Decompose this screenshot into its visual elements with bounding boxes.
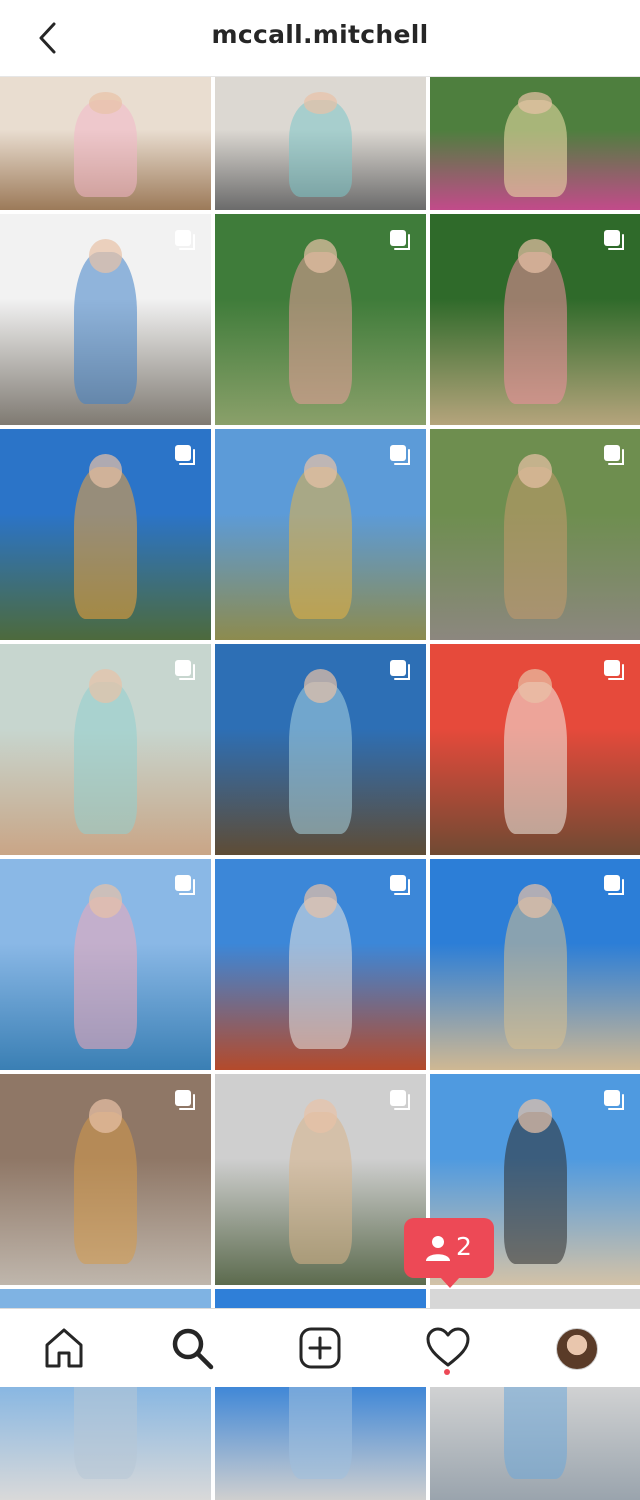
nav-home[interactable] xyxy=(41,1325,87,1371)
post-thumbnail[interactable] xyxy=(215,429,426,640)
post-subject-head xyxy=(88,1099,123,1134)
post-subject-head xyxy=(88,454,123,489)
carousel-icon xyxy=(175,230,195,250)
post-subject-head xyxy=(518,669,552,704)
carousel-icon xyxy=(175,445,195,465)
post-subject-head xyxy=(303,669,338,704)
post-subject-head xyxy=(303,454,338,489)
notification-count: 2 xyxy=(456,1232,472,1261)
post-subject xyxy=(288,466,353,619)
post-subject xyxy=(288,1111,353,1264)
post-thumbnail[interactable] xyxy=(0,859,211,1070)
carousel-icon xyxy=(604,875,624,895)
post-thumbnail[interactable] xyxy=(0,644,211,855)
nav-activity[interactable] xyxy=(425,1325,471,1371)
post-thumbnail[interactable] xyxy=(215,76,426,210)
post-grid xyxy=(0,76,640,1500)
nav-search[interactable] xyxy=(169,1325,215,1371)
carousel-icon xyxy=(390,445,410,465)
post-subject-head xyxy=(88,884,123,919)
carousel-icon xyxy=(604,445,624,465)
carousel-icon xyxy=(390,1090,410,1110)
post-subject xyxy=(288,896,353,1049)
carousel-icon xyxy=(604,230,624,250)
new-post-icon xyxy=(299,1327,341,1369)
nav-new-post[interactable] xyxy=(297,1325,343,1371)
post-subject-head xyxy=(303,92,338,114)
carousel-icon xyxy=(390,660,410,680)
post-subject-head xyxy=(518,884,552,919)
post-subject-head xyxy=(518,239,552,274)
post-thumbnail[interactable] xyxy=(0,429,211,640)
post-thumbnail[interactable] xyxy=(0,214,211,425)
carousel-icon xyxy=(175,875,195,895)
post-thumbnail[interactable] xyxy=(0,1074,211,1285)
post-thumbnail[interactable] xyxy=(215,1074,426,1285)
post-subject xyxy=(73,896,138,1049)
post-subject xyxy=(288,251,353,404)
post-subject-head xyxy=(518,454,552,489)
search-icon xyxy=(172,1328,214,1370)
person-icon xyxy=(426,1236,450,1261)
post-subject xyxy=(73,251,138,404)
post-thumbnail[interactable] xyxy=(0,76,211,210)
follow-notification-bubble[interactable]: 2 xyxy=(404,1218,494,1288)
nav-profile-avatar[interactable] xyxy=(556,1328,598,1370)
post-thumbnail[interactable] xyxy=(215,214,426,425)
post-subject-head xyxy=(88,239,123,274)
post-thumbnail[interactable] xyxy=(215,644,426,855)
post-subject xyxy=(288,681,353,834)
post-thumbnail[interactable] xyxy=(430,859,640,1070)
post-subject-head xyxy=(88,92,123,114)
post-subject-head xyxy=(518,1099,552,1134)
post-subject xyxy=(503,681,567,834)
post-subject-head xyxy=(88,669,123,704)
top-header: mccall.mitchell xyxy=(0,0,640,77)
post-subject-head xyxy=(518,92,552,114)
post-subject xyxy=(503,251,567,404)
carousel-icon xyxy=(604,660,624,680)
carousel-icon xyxy=(175,1090,195,1110)
post-thumbnail[interactable] xyxy=(215,859,426,1070)
activity-indicator-dot xyxy=(444,1369,450,1375)
post-subject xyxy=(503,466,567,619)
post-subject xyxy=(73,466,138,619)
carousel-icon xyxy=(390,875,410,895)
post-subject xyxy=(73,100,138,197)
bottom-navigation xyxy=(0,1308,640,1387)
post-subject xyxy=(503,896,567,1049)
post-subject-head xyxy=(303,239,338,274)
post-thumbnail[interactable] xyxy=(430,76,640,210)
post-subject-head xyxy=(303,1099,338,1134)
activity-heart-icon xyxy=(426,1327,470,1367)
carousel-icon xyxy=(604,1090,624,1110)
post-subject xyxy=(73,681,138,834)
home-icon xyxy=(45,1328,83,1368)
post-thumbnail[interactable] xyxy=(430,214,640,425)
post-subject xyxy=(73,1111,138,1264)
post-subject xyxy=(503,1111,567,1264)
carousel-icon xyxy=(175,660,195,680)
post-subject-head xyxy=(303,884,338,919)
post-thumbnail[interactable] xyxy=(430,429,640,640)
profile-username: mccall.mitchell xyxy=(211,20,429,49)
post-subject xyxy=(503,100,567,197)
carousel-icon xyxy=(390,230,410,250)
post-subject xyxy=(288,100,353,197)
post-thumbnail[interactable] xyxy=(430,644,640,855)
